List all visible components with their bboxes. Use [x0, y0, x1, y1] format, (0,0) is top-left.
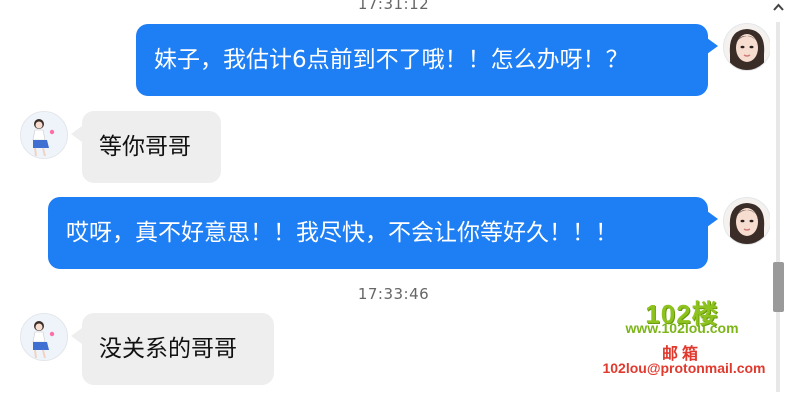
message-text: 等你哥哥	[99, 134, 191, 160]
bubble-tail	[71, 328, 82, 344]
message-text: 没关系的哥哥	[99, 336, 237, 362]
female-avatar-icon[interactable]	[723, 197, 771, 245]
message-bubble-incoming[interactable]: 没关系的哥哥	[82, 313, 274, 385]
message-bubble-outgoing[interactable]: 哎呀，真不好意思！！我尽快，不会让你等好久！！！	[48, 197, 708, 269]
girl-avatar-icon[interactable]	[20, 313, 68, 361]
bubble-tail	[707, 38, 718, 54]
watermark-site: www.102lou.com	[625, 320, 739, 336]
message-text: 哎呀，真不好意思！！我尽快，不会让你等好久！！！	[66, 220, 618, 246]
vertical-scrollbar[interactable]	[770, 0, 787, 394]
bubble-tail	[71, 126, 82, 142]
message-text: 妹子，我估计6点前到不了哦！！怎么办呀！？	[154, 47, 629, 73]
female-avatar-icon[interactable]	[723, 23, 771, 71]
scrollbar-track[interactable]	[776, 22, 780, 392]
scrollbar-thumb[interactable]	[773, 262, 784, 312]
message-bubble-outgoing[interactable]: 妹子，我估计6点前到不了哦！！怎么办呀！？	[136, 24, 708, 96]
watermark-email: 102lou@protonmail.com	[602, 360, 766, 376]
bubble-tail	[707, 211, 718, 227]
message-bubble-incoming[interactable]: 等你哥哥	[82, 111, 221, 183]
timestamp: 17:31:12	[357, 0, 430, 13]
chat-area: 17:31:12 妹子，我估计6点前到不了哦！！怎么办呀！？ 等你哥哥 哎呀，真…	[0, 0, 771, 394]
chevron-up-icon[interactable]	[771, 0, 786, 16]
girl-avatar-icon[interactable]	[20, 111, 68, 159]
